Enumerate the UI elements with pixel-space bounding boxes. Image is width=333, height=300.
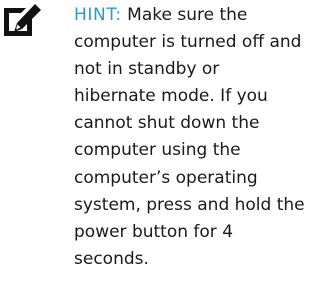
hint-line-4: hibernate mode. If you: [74, 86, 268, 107]
hint-line-10: seconds.: [74, 248, 149, 269]
hint-line-7: computer’s operating: [74, 167, 258, 188]
hint-text: HINT: Make sure the computer is turned o…: [74, 2, 324, 273]
pencil-note-icon: [2, 4, 42, 38]
hint-line-2: computer is turned off and: [74, 32, 302, 53]
hint-line-8: system, press and hold the: [74, 194, 305, 215]
hint-label: HINT:: [74, 5, 122, 25]
hint-line-9: power button for 4: [74, 221, 234, 242]
hint-line-1: HINT: Make sure the: [74, 2, 324, 29]
hint-note: HINT: Make sure the computer is turned o…: [0, 0, 333, 300]
hint-line-6: computer using the: [74, 140, 241, 161]
hint-line-5: cannot shut down the: [74, 113, 260, 134]
hint-line-1-text: Make sure the: [127, 5, 248, 25]
hint-line-3: not in standby or: [74, 59, 220, 80]
